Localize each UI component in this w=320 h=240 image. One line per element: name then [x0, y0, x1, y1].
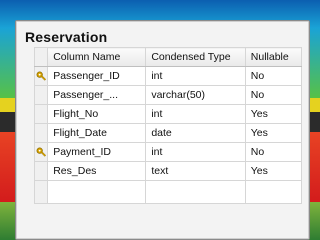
row-selector[interactable]	[33, 180, 49, 204]
cell-nullable[interactable]: No	[244, 85, 303, 105]
key-icon	[36, 71, 46, 81]
table-row[interactable]: Passenger_ID int No	[33, 66, 303, 86]
header-column-name[interactable]: Column Name	[47, 47, 147, 67]
row-selector[interactable]	[33, 142, 49, 162]
cell-nullable[interactable]: Yes	[244, 123, 303, 143]
cell-nullable[interactable]: Yes	[244, 104, 303, 124]
cell-condensed-type[interactable]: date	[145, 123, 246, 143]
cell-column-name[interactable]: Flight_No	[47, 104, 147, 124]
cell-nullable[interactable]	[244, 180, 303, 204]
cell-nullable[interactable]: Yes	[244, 161, 303, 181]
table-row[interactable]: Res_Des text Yes	[33, 161, 303, 181]
cell-column-name[interactable]: Flight_Date	[47, 123, 147, 143]
header-nullable[interactable]: Nullable	[244, 47, 303, 67]
row-selector[interactable]	[33, 104, 49, 124]
cell-nullable[interactable]: No	[244, 142, 303, 162]
table-row[interactable]: Passenger_... varchar(50) No	[33, 85, 303, 105]
cell-condensed-type[interactable]: int	[145, 142, 246, 162]
new-row[interactable]	[33, 180, 303, 204]
row-selector-header	[33, 47, 49, 67]
row-selector[interactable]	[33, 123, 49, 143]
cell-column-name[interactable]: Passenger_ID	[47, 66, 147, 86]
cell-condensed-type[interactable]	[145, 180, 246, 204]
row-selector[interactable]	[33, 85, 49, 105]
cell-nullable[interactable]: No	[244, 66, 303, 86]
cell-condensed-type[interactable]: int	[145, 66, 246, 86]
columns-grid[interactable]: Column Name Condensed Type Nullable Pass…	[33, 47, 303, 204]
cell-column-name[interactable]: Passenger_...	[47, 85, 147, 105]
table-designer-window[interactable]: Reservation Column Name Condensed Type N…	[15, 20, 310, 240]
cell-column-name[interactable]: Res_Des	[47, 161, 147, 181]
row-selector[interactable]	[33, 66, 49, 86]
table-row[interactable]: Flight_Date date Yes	[33, 123, 303, 143]
cell-condensed-type[interactable]: int	[145, 104, 246, 124]
cell-column-name[interactable]: Payment_ID	[47, 142, 147, 162]
table-row[interactable]: Flight_No int Yes	[33, 104, 303, 124]
table-title: Reservation	[25, 29, 108, 45]
key-icon	[36, 147, 46, 157]
header-condensed-type[interactable]: Condensed Type	[145, 47, 246, 67]
cell-condensed-type[interactable]: varchar(50)	[145, 85, 246, 105]
table-row[interactable]: Payment_ID int No	[33, 142, 303, 162]
row-selector[interactable]	[33, 161, 49, 181]
cell-condensed-type[interactable]: text	[145, 161, 246, 181]
header-row: Column Name Condensed Type Nullable	[33, 47, 303, 67]
cell-column-name[interactable]	[47, 180, 147, 204]
